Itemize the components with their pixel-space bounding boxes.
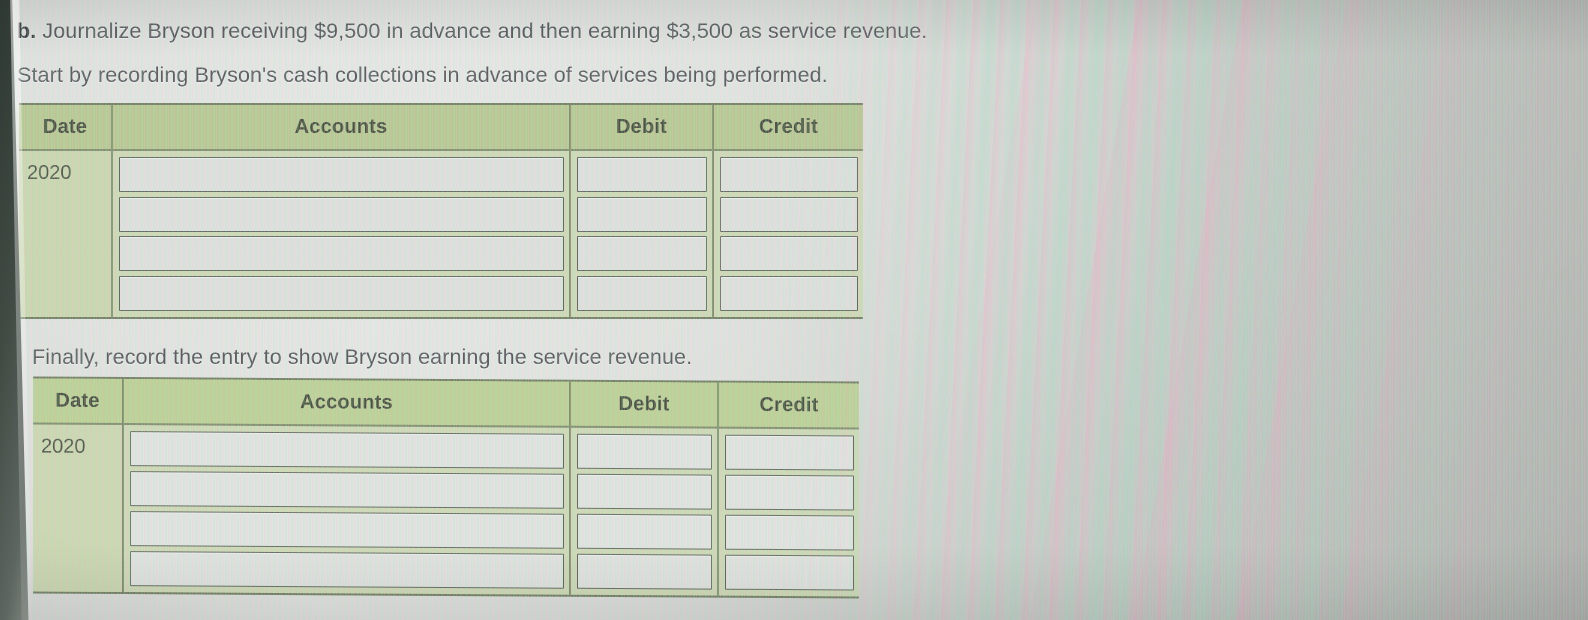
debit-input-row-4[interactable] [577,275,707,311]
accounts-input-column [113,151,571,317]
question-label: b. [17,19,37,43]
debit-input-row-2[interactable] [577,196,707,232]
instruction-first: Start by recording Bryson's cash collect… [17,63,828,87]
column-header-debit: Debit [571,381,719,429]
debit-input-row-4[interactable] [577,553,712,590]
cash-collection-journal-table: Date Accounts Debit Credit 2020 [19,103,863,319]
debit-input-row-1[interactable] [577,157,707,192]
accounts-input-row-2[interactable] [130,471,564,509]
accounts-input-column [124,425,571,595]
column-header-date: Date [19,105,113,151]
accounts-input-row-4[interactable] [130,551,564,589]
question-prompt-text: Journalize Bryson receiving $9,500 in ad… [42,19,928,43]
credit-input-row-1[interactable] [720,157,858,192]
credit-input-row-1[interactable] [725,434,854,471]
credit-input-column [714,151,863,317]
instruction-second: Finally, record the entry to show Bryson… [32,345,693,369]
column-header-credit: Credit [719,382,859,430]
accounts-input-row-1[interactable] [119,157,564,192]
column-header-accounts: Accounts [113,105,571,151]
accounts-input-row-4[interactable] [119,275,564,311]
table-header-row: Date Accounts Debit Credit [19,105,863,151]
accounts-input-row-2[interactable] [119,196,564,232]
screen-photo: b. Journalize Bryson receiving $9,500 in… [0,0,1588,620]
date-cell: 2020 [19,151,113,317]
credit-input-row-3[interactable] [725,514,854,551]
service-revenue-journal-table: Date Accounts Debit Credit 2020 [33,376,859,599]
column-header-credit: Credit [714,105,863,151]
debit-input-column [571,427,719,596]
table-body: 2020 [33,424,859,596]
credit-input-row-4[interactable] [720,275,858,311]
credit-input-row-2[interactable] [725,474,854,511]
credit-input-column [719,429,859,597]
accounts-input-row-3[interactable] [130,511,564,549]
worksheet-content: b. Journalize Bryson receiving $9,500 in… [0,0,1588,620]
debit-input-row-3[interactable] [577,236,707,272]
credit-input-row-3[interactable] [720,236,858,272]
column-header-accounts: Accounts [124,379,571,428]
debit-input-row-1[interactable] [577,433,712,470]
debit-input-column [571,151,714,317]
table-header-row: Date Accounts Debit Credit [33,378,859,430]
debit-input-row-3[interactable] [577,513,712,550]
debit-input-row-2[interactable] [577,473,712,510]
column-header-debit: Debit [571,105,714,151]
accounts-input-row-1[interactable] [130,431,564,469]
table-body: 2020 [19,151,863,317]
credit-input-row-4[interactable] [725,554,854,591]
date-cell: 2020 [33,424,124,593]
accounts-input-row-3[interactable] [119,236,564,272]
column-header-date: Date [33,378,124,426]
credit-input-row-2[interactable] [720,196,858,232]
question-prompt: b. Journalize Bryson receiving $9,500 in… [17,19,927,45]
